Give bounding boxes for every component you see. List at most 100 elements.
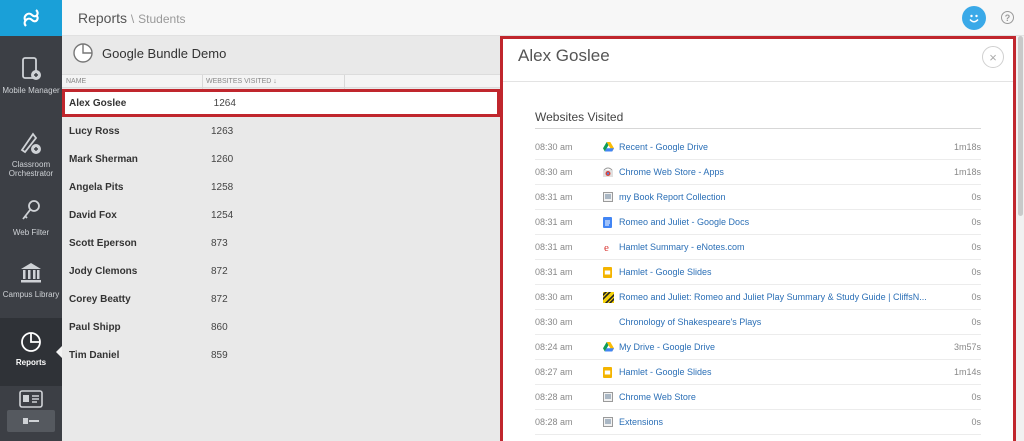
- table-row[interactable]: Scott Eperson 873: [62, 229, 500, 257]
- student-name: David Fox: [69, 209, 117, 221]
- sidebar-item-reports[interactable]: Reports: [0, 318, 62, 386]
- student-name: Tim Daniel: [69, 349, 120, 361]
- smiley-icon: [969, 14, 979, 23]
- websites-visited-count: 873: [211, 237, 228, 249]
- site-link[interactable]: Hamlet Summary - eNotes.com: [619, 242, 949, 252]
- classroom-orchestrator-icon: [20, 132, 41, 154]
- site-link[interactable]: Hamlet - Google Slides: [619, 267, 949, 277]
- table-row-selected[interactable]: Alex Goslee 1264: [62, 89, 500, 117]
- group-title-label: Google Bundle Demo: [102, 45, 227, 61]
- table-row[interactable]: Mark Sherman 1260: [62, 145, 500, 173]
- close-button[interactable]: ×: [982, 46, 1004, 68]
- group-title: Google Bundle Demo: [72, 42, 226, 64]
- websites-visited-count: 1254: [211, 209, 234, 221]
- breadcrumb-subsection: Students: [138, 12, 186, 26]
- divider: [535, 128, 981, 129]
- student-name: Jody Clemons: [69, 265, 138, 277]
- sidebar: Mobile Manager Classroom Orchestrator We…: [0, 0, 62, 441]
- student-name: Corey Beatty: [69, 293, 131, 305]
- page-icon: [603, 417, 619, 427]
- sidebar-item-label: Mobile Manager: [2, 86, 60, 95]
- visit-duration: 0s: [971, 317, 981, 327]
- sidebar-item-label: Classroom Orchestrator: [8, 160, 54, 178]
- column-header-name[interactable]: NAME: [66, 78, 86, 85]
- library-icon: [21, 263, 41, 283]
- site-link[interactable]: Chrome Web Store: [619, 392, 949, 402]
- sidebar-item-classroom-orchestrator[interactable]: Classroom Orchestrator: [0, 120, 62, 188]
- site-link[interactable]: My Drive - Google Drive: [619, 342, 949, 352]
- visit-time: 08:30 am: [535, 142, 573, 152]
- visit-duration: 0s: [971, 242, 981, 252]
- page-icon: [603, 192, 619, 202]
- avatar[interactable]: [962, 6, 986, 30]
- column-header-websites-visited[interactable]: WEBSITES VISITED ↓: [206, 78, 277, 85]
- key-icon: [22, 200, 40, 220]
- visit-time: 08:31 am: [535, 242, 573, 252]
- websites-visited-count: 1258: [211, 181, 234, 193]
- divider: [503, 81, 1013, 82]
- visit-duration: 0s: [971, 267, 981, 277]
- site-link[interactable]: Chronology of Shakespeare's Plays: [619, 317, 949, 327]
- cliffsnotes-icon: [603, 291, 619, 303]
- websites-visited-count: 872: [211, 293, 228, 305]
- site-link[interactable]: Romeo and Juliet: Romeo and Juliet Play …: [619, 292, 949, 302]
- collapse-sidebar-button[interactable]: [7, 410, 55, 432]
- list-item: 08:31 am my Book Report Collection 0s: [535, 185, 981, 210]
- table-row[interactable]: Jody Clemons 872: [62, 257, 500, 285]
- site-link[interactable]: Hamlet - Google Slides: [619, 367, 949, 377]
- sidebar-item-campus-library[interactable]: Campus Library: [0, 250, 62, 318]
- enotes-icon: e: [603, 242, 619, 252]
- drive-icon: [603, 342, 619, 352]
- page-icon: [603, 392, 619, 402]
- table-row[interactable]: Tim Daniel 859: [62, 341, 500, 369]
- scrollbar-thumb[interactable]: [1018, 36, 1023, 216]
- site-link[interactable]: my Book Report Collection: [619, 192, 949, 202]
- detail-student-name: Alex Goslee: [518, 46, 610, 65]
- table-row[interactable]: Lucy Ross 1263: [62, 117, 500, 145]
- mobile-manager-icon: [22, 57, 41, 80]
- top-header: Reports \ Students ?: [62, 0, 1024, 36]
- websites-visited-count: 872: [211, 265, 228, 277]
- table-row[interactable]: Corey Beatty 872: [62, 285, 500, 313]
- visit-time: 08:30 am: [535, 167, 573, 177]
- visit-duration: 3m57s: [953, 342, 981, 352]
- websites-visited-list: 08:30 am Recent - Google Drive 1m18s 08:…: [535, 135, 981, 435]
- site-link[interactable]: Extensions: [619, 417, 949, 427]
- visit-duration: 1m18s: [953, 142, 981, 152]
- table-row[interactable]: Paul Shipp 860: [62, 313, 500, 341]
- site-link[interactable]: Recent - Google Drive: [619, 142, 949, 152]
- student-rows: Alex Goslee 1264 Lucy Ross 1263 Mark She…: [62, 89, 500, 369]
- drive-icon: [603, 142, 619, 152]
- websites-visited-count: 860: [211, 321, 228, 333]
- table-row[interactable]: David Fox 1254: [62, 201, 500, 229]
- help-icon[interactable]: ?: [1001, 11, 1014, 24]
- sidebar-item-label: Web Filter: [12, 228, 50, 237]
- breadcrumb-separator: \: [130, 12, 135, 26]
- table-header: NAME WEBSITES VISITED ↓: [62, 74, 500, 89]
- list-item: 08:31 am Hamlet - Google Slides 0s: [535, 260, 981, 285]
- visit-duration: 1m14s: [953, 367, 981, 377]
- docs-icon: [603, 216, 619, 228]
- visit-time: 08:27 am: [535, 367, 573, 377]
- breadcrumb: Reports \ Students: [78, 10, 186, 26]
- visit-time: 08:28 am: [535, 392, 573, 402]
- student-list-panel: Google Bundle Demo NAME WEBSITES VISITED…: [62, 36, 500, 441]
- student-name: Scott Eperson: [69, 237, 137, 249]
- pie-chart-icon: [21, 332, 41, 352]
- svg-text:e: e: [604, 242, 609, 252]
- table-row[interactable]: Angela Pits 1258: [62, 173, 500, 201]
- app-logo[interactable]: [0, 0, 62, 36]
- site-link[interactable]: Romeo and Juliet - Google Docs: [619, 217, 949, 227]
- list-item: 08:24 am My Drive - Google Drive 3m57s: [535, 335, 981, 360]
- sidebar-item-web-filter[interactable]: Web Filter: [0, 188, 62, 256]
- visit-duration: 0s: [971, 392, 981, 402]
- visit-time: 08:24 am: [535, 342, 573, 352]
- column-divider: [344, 75, 345, 89]
- sidebar-item-mobile-manager[interactable]: Mobile Manager: [0, 46, 62, 114]
- student-name: Alex Goslee: [69, 97, 127, 109]
- websites-visited-count: 1263: [211, 125, 234, 137]
- site-link[interactable]: Chrome Web Store - Apps: [619, 167, 949, 177]
- breadcrumb-section[interactable]: Reports: [78, 10, 127, 26]
- list-item: 08:30 am Chronology of Shakespeare's Pla…: [535, 310, 981, 335]
- list-item: 08:30 am Recent - Google Drive 1m18s: [535, 135, 981, 160]
